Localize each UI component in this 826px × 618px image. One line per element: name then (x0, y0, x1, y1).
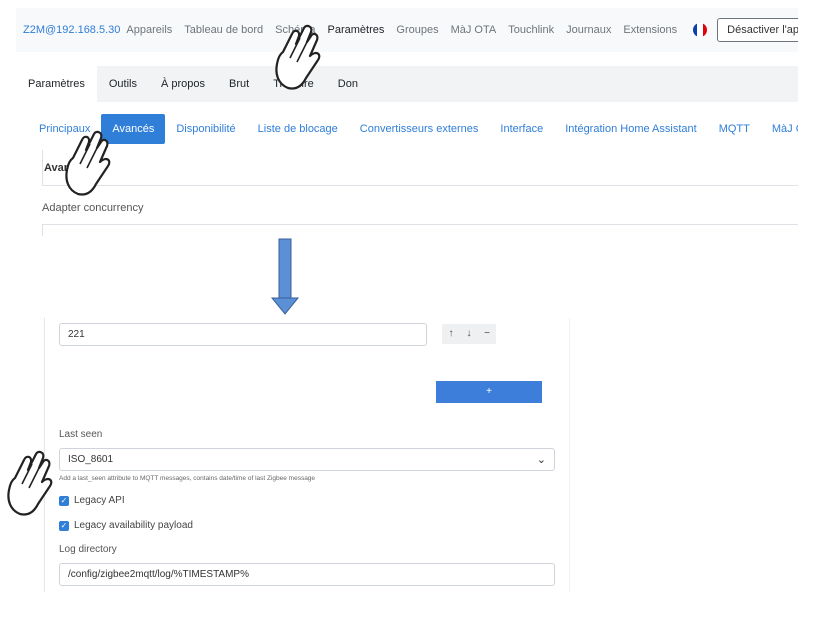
tab-a-propos[interactable]: À propos (149, 66, 217, 102)
settings-tabs: Principaux Avancés Disponibilité Liste d… (16, 114, 798, 144)
tab-don[interactable]: Don (326, 66, 370, 102)
nav-extensions[interactable]: Extensions (623, 24, 677, 36)
bottom-screenshot-panel: 221 ↑ ↓ − + Last seen ISO_8601 ⌄ Add a l… (44, 318, 570, 592)
nav-journaux[interactable]: Journaux (566, 24, 611, 36)
settings-tab-interface[interactable]: Interface (489, 114, 554, 144)
settings-tab-liste-blocage[interactable]: Liste de blocage (247, 114, 349, 144)
adapter-concurrency-label: Adapter concurrency (42, 202, 144, 214)
top-navbar: Z2M@192.168.5.30 Appareils Tableau de bo… (16, 8, 798, 52)
hand-pointer-icon (65, 130, 111, 196)
move-up-button[interactable]: ↑ (442, 324, 460, 344)
nav-maj-ota[interactable]: MàJ OTA (451, 24, 497, 36)
legacy-api-label: Legacy API (74, 495, 125, 506)
settings-tab-home-assistant[interactable]: Intégration Home Assistant (554, 114, 707, 144)
french-flag-icon[interactable] (693, 23, 708, 37)
legacy-availability-checkbox[interactable]: ✓ Legacy availability payload (59, 520, 193, 531)
nav-appareils[interactable]: Appareils (126, 24, 172, 36)
top-screenshot-panel: Z2M@192.168.5.30 Appareils Tableau de bo… (16, 8, 798, 236)
log-directory-label: Log directory (59, 544, 117, 555)
tab-parametres[interactable]: Paramètres (16, 66, 97, 102)
navbar-spacer (16, 52, 798, 66)
settings-tab-disponibilite[interactable]: Disponibilité (165, 114, 246, 144)
tab-brut[interactable]: Brut (217, 66, 261, 102)
legacy-api-checkbox[interactable]: ✓ Legacy API (59, 495, 125, 506)
last-seen-label: Last seen (59, 429, 103, 440)
concurrency-button-group: ↑ ↓ − (442, 324, 496, 344)
checkbox-checked-icon: ✓ (59, 520, 69, 531)
add-item-button[interactable]: + (436, 381, 542, 403)
hand-pointer-icon (275, 24, 321, 90)
adapter-concurrency-input[interactable]: 221 (59, 323, 427, 346)
move-down-button[interactable]: ↓ (460, 324, 478, 344)
settings-content: Principaux Avancés Disponibilité Liste d… (16, 102, 798, 236)
settings-tab-convertisseurs[interactable]: Convertisseurs externes (349, 114, 490, 144)
nav-parametres[interactable]: Paramètres (328, 24, 385, 36)
settings-tab-mqtt[interactable]: MQTT (708, 114, 761, 144)
last-seen-value: ISO_8601 (68, 454, 114, 465)
log-directory-input[interactable]: /config/zigbee2mqtt/log/%TIMESTAMP% (59, 563, 555, 586)
chevron-down-icon: ⌄ (536, 454, 546, 466)
main-tabs: Paramètres Outils À propos Brut Traduire… (16, 66, 798, 102)
disable-join-button[interactable]: Désactiver l'appairage (717, 18, 798, 42)
nav-tableau-de-bord[interactable]: Tableau de bord (184, 24, 263, 36)
nav-groupes[interactable]: Groupes (396, 24, 438, 36)
last-seen-help: Add a last_seen attribute to MQTT messag… (59, 475, 316, 482)
adapter-concurrency-box (42, 224, 798, 236)
host-link[interactable]: Z2M@192.168.5.30 (23, 24, 120, 36)
tab-outils[interactable]: Outils (97, 66, 149, 102)
section-header: Avancés (42, 150, 798, 186)
legacy-availability-label: Legacy availability payload (74, 520, 193, 531)
last-seen-select[interactable]: ISO_8601 ⌄ (59, 448, 555, 471)
down-arrow-icon (270, 238, 300, 315)
checkbox-checked-icon: ✓ (59, 495, 69, 506)
hand-pointer-icon (7, 450, 53, 516)
remove-button[interactable]: − (478, 324, 496, 344)
settings-tab-maj-ota[interactable]: MàJ OTA (761, 114, 798, 144)
nav-touchlink[interactable]: Touchlink (508, 24, 554, 36)
